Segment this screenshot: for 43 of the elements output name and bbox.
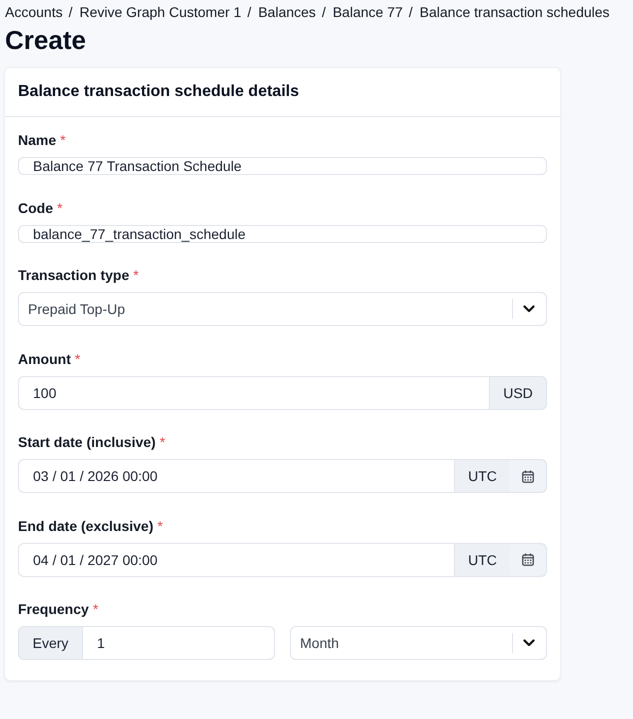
field-label: Amount [18,350,71,366]
chevron-down-icon [523,639,535,647]
interval-input[interactable]: 1 [83,626,275,660]
breadcrumb-link[interactable]: Balance 77 [332,4,403,20]
calendar-icon [522,470,534,482]
field-label: End date (exclusive) [18,518,154,534]
required-mark: * [157,518,163,534]
breadcrumb-separator: / [322,4,326,20]
date-input[interactable]: 04 / 01 / 2027 00:00 [18,542,455,576]
text-input[interactable]: Balance 77 Transaction Schedule [18,157,547,175]
calendar-button[interactable] [510,542,547,576]
required-mark: * [60,132,66,148]
calendar-button[interactable] [510,459,547,493]
breadcrumb-separator: / [68,4,72,20]
required-mark: * [160,434,166,450]
required-mark: * [74,350,80,366]
breadcrumb-link[interactable]: Revive Graph Customer 1 [78,4,242,20]
field-label: Frequency [18,601,89,617]
page-title: Create [5,24,87,56]
field-label: Name [18,132,56,148]
unit-select[interactable]: Month [290,626,547,660]
required-mark: * [133,267,139,283]
date-input[interactable]: 03 / 01 / 2026 00:00 [18,459,455,493]
currency-addon: USD [490,376,547,410]
chevron-down-icon [523,305,535,313]
breadcrumb-link[interactable]: Balances [257,4,316,20]
required-mark: * [57,200,62,216]
required-mark: * [92,601,98,617]
calendar-icon [522,553,534,566]
select-field[interactable]: Prepaid Top-Up [18,292,547,326]
breadcrumb-separator: / [408,4,413,20]
every-addon: Every [18,626,83,660]
breadcrumb-link[interactable]: Accounts [4,4,63,20]
text-input[interactable]: balance_77_transaction_schedule [18,224,547,242]
field-label: Code [18,200,53,216]
timezone-addon: UTC [455,542,510,576]
timezone-addon: UTC [455,459,510,493]
amount-input[interactable]: 100 [18,376,490,410]
field-label: Start date (inclusive) [18,434,156,450]
field-label: Transaction type [18,267,130,283]
card-title: Balance transaction schedule details [18,83,299,101]
breadcrumb-link[interactable]: Balance transaction schedules [418,4,610,20]
breadcrumb-separator: / [247,4,252,20]
